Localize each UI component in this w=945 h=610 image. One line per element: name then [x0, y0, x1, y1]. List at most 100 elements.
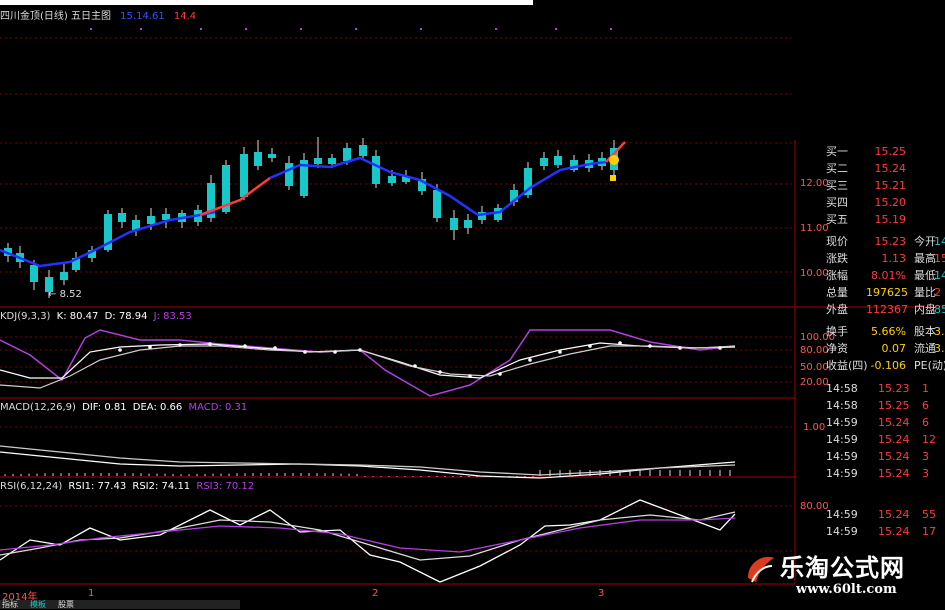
tick-row: 14:59 15.24 3: [822, 466, 945, 482]
stat-value: 14: [934, 235, 945, 248]
candle-body: [343, 148, 351, 161]
logo-icon: [748, 556, 774, 583]
kdj-dot: [413, 364, 417, 368]
candle-body: [285, 163, 293, 186]
kdj-k-line: [0, 342, 736, 379]
stat-row: 净资 0.07 流通3.4: [822, 341, 945, 357]
bid-price: 15.21: [874, 179, 907, 192]
rsi-3: RSI3: 70.12: [196, 481, 255, 492]
stat-row: 涨幅 8.01% 最低 14: [822, 268, 945, 284]
bid-price: 15.24: [874, 162, 907, 175]
kdj-dot: [588, 344, 592, 348]
tick-price: 15.24: [878, 416, 910, 429]
macd-dea: DEA: 0.66: [132, 402, 183, 413]
tick-time: 14:59: [826, 467, 858, 480]
tick-time: 14:59: [826, 433, 858, 446]
top-marker: [200, 28, 202, 30]
kdj-j-line: [0, 329, 736, 397]
kdj-dot: [178, 343, 182, 347]
tick-time: 14:59: [826, 416, 858, 429]
bid-label: 买五: [826, 213, 848, 226]
tab-template[interactable]: 模板: [30, 599, 46, 610]
tick-row: 14:59 15.24 17: [822, 524, 945, 540]
candle-body: [268, 154, 276, 158]
top-marker: [555, 28, 557, 30]
stat-row: 涨跌 1.13 最高 15: [822, 251, 945, 267]
kdj-dot: [333, 350, 337, 354]
macd-macd: MACD: 0.31: [188, 402, 248, 413]
candle-body: [359, 145, 367, 156]
x-axis-month: 2: [372, 588, 379, 599]
kdj-dot: [358, 348, 362, 352]
tick-row: 14:58 15.25 6: [822, 398, 945, 414]
candle-body: [254, 152, 262, 166]
stat-value: 0.07: [881, 342, 907, 355]
tab-stock[interactable]: 股票: [58, 599, 74, 610]
kdj-d: D: 78.94: [104, 311, 148, 322]
buy-signal-icon: [609, 155, 619, 165]
low-price-marker: ← 8.52: [48, 289, 82, 300]
tab-indicator[interactable]: 指标: [2, 599, 18, 610]
tick-time: 14:59: [826, 525, 858, 538]
stat-label: 股本: [914, 325, 936, 338]
tick-time: 14:58: [826, 399, 858, 412]
bid-row: 买四 15.20: [822, 195, 945, 211]
macd-dea-line: [0, 445, 736, 476]
kdj-dot: [118, 348, 122, 352]
tick-price: 15.24: [878, 508, 910, 521]
kdj-dot: [498, 372, 502, 376]
stat-label: 总量: [826, 286, 848, 299]
tick-volume: 1: [922, 382, 929, 395]
stock-chart[interactable]: [0, 0, 945, 609]
stat-value: 85: [934, 303, 945, 316]
kdj-label: KDJ(9,3,3): [0, 311, 51, 322]
top-marker: [90, 28, 92, 30]
stat-label: 外盘: [826, 303, 848, 316]
candle-body: [314, 158, 322, 164]
tick-volume: 3: [922, 450, 929, 463]
tick-price: 15.25: [878, 399, 910, 412]
stat-value: 1.13: [881, 252, 907, 265]
stat-label: 涨跌: [826, 252, 848, 265]
tick-time: 14:59: [826, 508, 858, 521]
rsi-1: RSI1: 77.43: [68, 481, 127, 492]
stat-label: 收益(四): [826, 359, 868, 372]
stat-value: 197625: [866, 286, 908, 299]
stat-value: 15.23: [874, 235, 907, 248]
rsi-2: RSI2: 74.11: [132, 481, 191, 492]
tick-price: 15.23: [878, 382, 910, 395]
macd-dif: DIF: 0.81: [82, 402, 127, 413]
stat-value: 5.66%: [871, 325, 906, 338]
candle-body: [554, 156, 562, 165]
kdj-k: K: 80.47: [56, 311, 99, 322]
stat-value: 2: [934, 286, 941, 299]
stat-label: 量比: [914, 286, 936, 299]
tick-price: 15.24: [878, 450, 910, 463]
kdj-dot: [618, 341, 622, 345]
stat-row: 现价 15.23 今开 14: [822, 234, 945, 250]
bid-label: 买二: [826, 162, 848, 175]
tick-price: 15.24: [878, 467, 910, 480]
bid-label: 买三: [826, 179, 848, 192]
stat-row: 总量 197625 量比 2: [822, 285, 945, 301]
kdj-dot: [243, 344, 247, 348]
tick-row: 14:59 15.24 12: [822, 432, 945, 448]
hand-pointer-icon: [610, 175, 616, 181]
tick-volume: 6: [922, 399, 929, 412]
tick-volume: 3: [922, 467, 929, 480]
candle-body: [372, 156, 380, 184]
x-axis-month: 3: [598, 588, 605, 599]
stat-value: -0.106: [870, 359, 906, 372]
kdj-dot: [558, 350, 562, 354]
top-marker: [140, 28, 142, 30]
bid-row: 买三 15.21: [822, 178, 945, 194]
chart-header: 四川金顶(日线) 五日主图 15.14.61 14.4: [0, 7, 196, 22]
tick-row: 14:58 15.23 1: [822, 381, 945, 397]
kdj-dot: [468, 374, 472, 378]
tick-time: 14:58: [826, 382, 858, 395]
tick-volume: 12: [922, 433, 936, 446]
candle-body: [540, 158, 548, 166]
kdj-dot: [208, 342, 212, 346]
kdj-dot: [718, 346, 722, 350]
stat-row: 外盘 112367 内盘 85: [822, 302, 945, 318]
